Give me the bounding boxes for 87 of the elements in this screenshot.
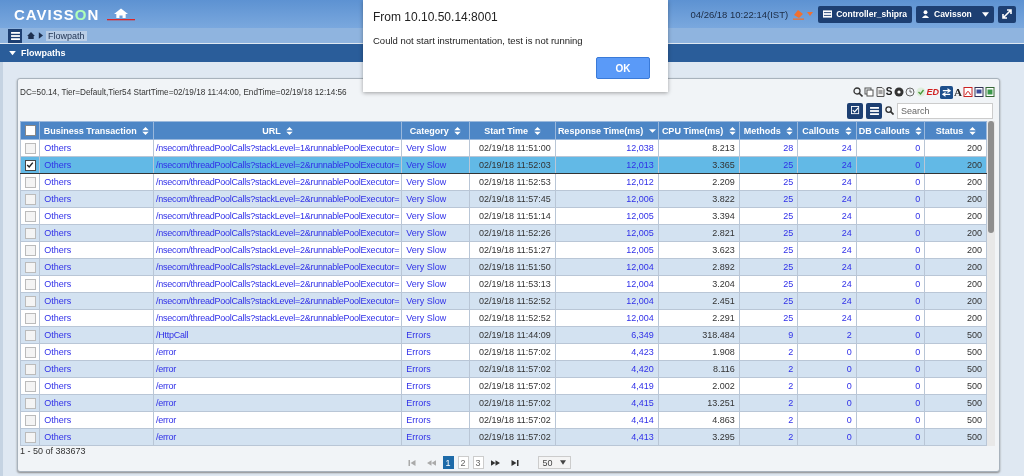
column-header[interactable]: DB Callouts (856, 121, 925, 140)
caret-icon (9, 50, 16, 56)
column-header[interactable]: CallOuts (797, 121, 857, 140)
column-header[interactable]: CPU Time(ms) (658, 121, 740, 140)
controller-button[interactable]: Controller_shipra (818, 5, 912, 23)
user-icon (921, 10, 930, 18)
row-checkbox[interactable] (24, 159, 36, 171)
sort-icon[interactable] (786, 127, 794, 136)
sort-descending-icon[interactable] (648, 127, 656, 136)
menu-button[interactable] (8, 28, 22, 43)
spreadsheet-icon[interactable] (985, 87, 995, 97)
sort-icon[interactable] (844, 127, 852, 136)
date-time: 04/26/18 10:22:14(IST) (690, 8, 789, 20)
checkbox-icon (850, 106, 860, 115)
list-button[interactable] (866, 102, 882, 119)
check-icon[interactable] (915, 87, 926, 97)
home-icon[interactable] (107, 7, 136, 21)
column-header[interactable]: Response Time(ms) (555, 121, 659, 140)
row-checkbox[interactable] (24, 142, 36, 154)
caret-icon (982, 11, 989, 17)
breadcrumb-item[interactable]: Flowpath (46, 30, 87, 41)
row-checkbox[interactable] (24, 210, 36, 222)
expand-icon (1002, 9, 1012, 19)
column-header[interactable]: Status (924, 121, 987, 140)
column-header[interactable]: URL (153, 121, 402, 140)
swap-icon[interactable] (940, 85, 954, 99)
row-checkbox[interactable] (24, 363, 36, 375)
circle-icon[interactable] (893, 87, 904, 97)
a-glyph[interactable]: A (954, 87, 962, 97)
s-glyph[interactable]: S (885, 87, 893, 97)
home-icon[interactable] (27, 32, 35, 39)
ed-glyph[interactable]: ED (926, 87, 940, 97)
page-size-dropdown[interactable]: 50 (537, 456, 571, 469)
search-icon (885, 106, 894, 115)
row-checkbox[interactable] (24, 312, 36, 324)
page-button[interactable]: 1 (442, 456, 454, 469)
dialog-title: From 10.10.50.14:8001 (373, 10, 498, 24)
scrollbar-thumb[interactable] (988, 121, 994, 233)
column-header[interactable]: Methods (739, 121, 798, 140)
column-header[interactable]: Category (401, 121, 470, 140)
zoom-icon[interactable] (852, 87, 863, 97)
row-checkbox[interactable] (24, 346, 36, 358)
row-checkbox[interactable] (24, 329, 36, 341)
page-button[interactable]: 2 (457, 456, 469, 469)
menu-icon (10, 31, 20, 40)
row-checkbox[interactable] (24, 295, 36, 307)
row-checkbox[interactable] (24, 278, 36, 290)
clock-icon[interactable] (904, 87, 915, 97)
select-all-checkbox[interactable] (24, 125, 36, 137)
column-header[interactable]: Business Transaction (39, 121, 154, 140)
sort-icon[interactable] (142, 127, 150, 136)
caret-icon (559, 460, 566, 465)
row-checkbox[interactable] (24, 244, 36, 256)
row-checkbox[interactable] (24, 193, 36, 205)
sort-icon[interactable] (454, 127, 462, 136)
next-page-icon[interactable] (490, 458, 500, 467)
filter-info: DC=50.14, Tier=Default,Tier54 StartTime=02/19/18 11:44:00, EndTime=02/19/18 12:14:56 (20, 87, 347, 97)
user-menu-button[interactable]: Cavisson (916, 5, 994, 23)
fullscreen-button[interactable] (998, 5, 1016, 23)
document-icon[interactable] (874, 87, 885, 97)
column-select-button[interactable] (847, 102, 863, 119)
sort-icon[interactable] (968, 127, 976, 136)
search-field[interactable]: Search (897, 102, 993, 119)
dialog-message: Could not start instrumentation, test is not running (373, 35, 583, 46)
record-count: 1 - 50 of 383673 (20, 446, 86, 456)
server-icon (823, 10, 833, 18)
row-checkbox[interactable] (24, 261, 36, 273)
first-page-icon[interactable] (407, 458, 417, 467)
pdf-icon[interactable] (963, 87, 973, 97)
sort-icon[interactable] (286, 127, 293, 136)
copy-icon[interactable] (863, 87, 874, 97)
column-header[interactable]: Start Time (469, 121, 556, 140)
logo: CAVISSON (14, 5, 100, 23)
row-checkbox[interactable] (24, 414, 36, 426)
page-button[interactable]: 3 (472, 456, 484, 469)
document-icon[interactable] (974, 87, 984, 97)
row-checkbox[interactable] (24, 227, 36, 239)
sort-icon[interactable] (533, 127, 541, 136)
last-page-icon[interactable] (509, 458, 519, 467)
menu-icon (869, 106, 879, 115)
row-checkbox[interactable] (24, 397, 36, 409)
chevron-icon (38, 32, 43, 39)
sort-icon[interactable] (728, 127, 736, 136)
row-checkbox[interactable] (24, 380, 36, 392)
previous-page-icon[interactable] (426, 458, 436, 467)
row-checkbox[interactable] (24, 431, 36, 443)
row-checkbox[interactable] (24, 176, 36, 188)
